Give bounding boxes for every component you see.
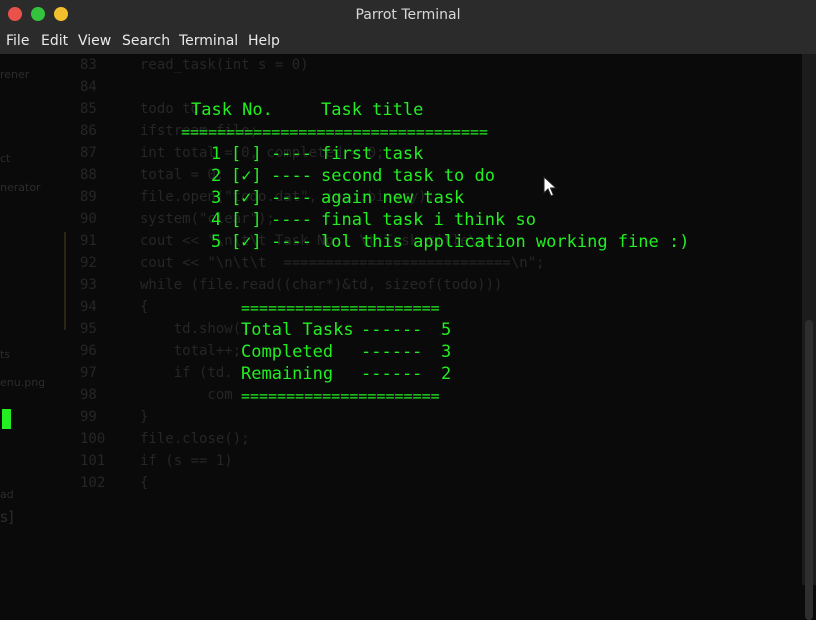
terminal-area[interactable]: rener ct nerator ts enu.png ad s] 83 84 … bbox=[0, 54, 802, 585]
menu-bar: File Edit View Search Terminal Help bbox=[0, 29, 816, 54]
line-number: 90 bbox=[80, 211, 97, 227]
line-number: 87 bbox=[80, 145, 97, 161]
line-number: 84 bbox=[80, 79, 97, 95]
task-number: 2 bbox=[211, 166, 222, 186]
summary-value: 3 bbox=[441, 342, 452, 362]
code-line: } bbox=[140, 409, 149, 425]
task-title: final task i think so bbox=[321, 210, 536, 230]
summary-dashes: ------ bbox=[361, 364, 423, 384]
line-number: 88 bbox=[80, 167, 97, 183]
line-number: 101 bbox=[80, 453, 106, 469]
code-line: if (td. bbox=[140, 365, 233, 381]
task-title: second task to do bbox=[321, 166, 495, 186]
menu-terminal[interactable]: Terminal bbox=[179, 33, 238, 49]
task-separator: ---- bbox=[271, 232, 312, 252]
task-title: lol this application working fine :) bbox=[321, 232, 690, 252]
terminal-cursor bbox=[2, 409, 11, 429]
task-status: [✓] bbox=[231, 166, 262, 186]
task-status: [ ] bbox=[231, 144, 262, 164]
mouse-pointer-icon bbox=[543, 176, 558, 197]
line-number: 94 bbox=[80, 299, 97, 315]
line-number: 98 bbox=[80, 387, 97, 403]
line-number: 96 bbox=[80, 343, 97, 359]
code-line: cout << "\n\t\t ========================… bbox=[140, 255, 545, 271]
sidebar-fragment: s] bbox=[0, 508, 14, 526]
line-number: 95 bbox=[80, 321, 97, 337]
line-number: 89 bbox=[80, 189, 97, 205]
line-number: 97 bbox=[80, 365, 97, 381]
summary-value: 5 bbox=[441, 320, 452, 340]
line-number: 93 bbox=[80, 277, 97, 293]
summary-label: Total Tasks bbox=[241, 320, 354, 340]
task-status: [ ] bbox=[231, 210, 262, 230]
line-number: 100 bbox=[80, 431, 106, 447]
summary-label: Remaining bbox=[241, 364, 334, 384]
code-line: { bbox=[140, 299, 149, 315]
line-number: 99 bbox=[80, 409, 97, 425]
task-number: 5 bbox=[211, 232, 222, 252]
line-number: 92 bbox=[80, 255, 97, 271]
task-separator: ---- bbox=[271, 210, 312, 230]
menu-help[interactable]: Help bbox=[248, 33, 280, 49]
scrollbar-thumb[interactable] bbox=[805, 320, 813, 620]
line-number: 83 bbox=[80, 57, 97, 73]
code-line: file.close(); bbox=[140, 431, 250, 447]
task-separator: ---- bbox=[271, 166, 312, 186]
task-status: [✓] bbox=[231, 232, 262, 252]
header-rule: ================================== bbox=[181, 123, 489, 141]
sidebar-fragment: rener bbox=[0, 68, 30, 81]
line-number: 102 bbox=[80, 475, 106, 491]
vertical-scrollbar[interactable] bbox=[802, 54, 816, 620]
menu-search[interactable]: Search bbox=[122, 33, 170, 49]
sidebar-fragment: ad bbox=[0, 488, 14, 501]
task-number: 3 bbox=[211, 188, 222, 208]
code-line: if (s == 1) bbox=[140, 453, 233, 469]
code-line: read_task(int s = 0) bbox=[140, 57, 309, 73]
code-line: com bbox=[140, 387, 233, 403]
summary-rule-top: ====================== bbox=[241, 299, 440, 317]
code-line: while (file.read((char*)&td, sizeof(todo… bbox=[140, 277, 503, 293]
sidebar-fragment: enu.png bbox=[0, 376, 46, 389]
editor-change-marker bbox=[64, 232, 66, 330]
sidebar-fragment: nerator bbox=[0, 181, 41, 194]
task-title: again new task bbox=[321, 188, 465, 208]
task-separator: ---- bbox=[271, 188, 312, 208]
task-number: 1 bbox=[211, 144, 222, 164]
sidebar-fragment: ts bbox=[0, 348, 11, 361]
line-number: 86 bbox=[80, 123, 97, 139]
summary-label: Completed bbox=[241, 342, 334, 362]
summary-dashes: ------ bbox=[361, 342, 423, 362]
code-line: { bbox=[140, 475, 149, 491]
task-number: 4 bbox=[211, 210, 222, 230]
menu-view[interactable]: View bbox=[78, 33, 111, 49]
menu-file[interactable]: File bbox=[6, 33, 29, 49]
line-number: 91 bbox=[80, 233, 97, 249]
sidebar-fragment: ct bbox=[0, 152, 11, 165]
header-task-no: Task No. bbox=[191, 100, 273, 120]
task-separator: ---- bbox=[271, 144, 312, 164]
line-number: 85 bbox=[80, 101, 97, 117]
window-title: Parrot Terminal bbox=[355, 7, 461, 23]
title-bar: Parrot Terminal bbox=[0, 0, 816, 29]
summary-value: 2 bbox=[441, 364, 452, 384]
summary-rule-bottom: ====================== bbox=[241, 387, 440, 405]
task-title: first task bbox=[321, 144, 424, 164]
header-task-title: Task title bbox=[321, 100, 424, 120]
summary-dashes: ------ bbox=[361, 320, 423, 340]
menu-edit[interactable]: Edit bbox=[41, 33, 68, 49]
task-status: [✓] bbox=[231, 188, 262, 208]
code-line: total++; bbox=[140, 343, 242, 359]
